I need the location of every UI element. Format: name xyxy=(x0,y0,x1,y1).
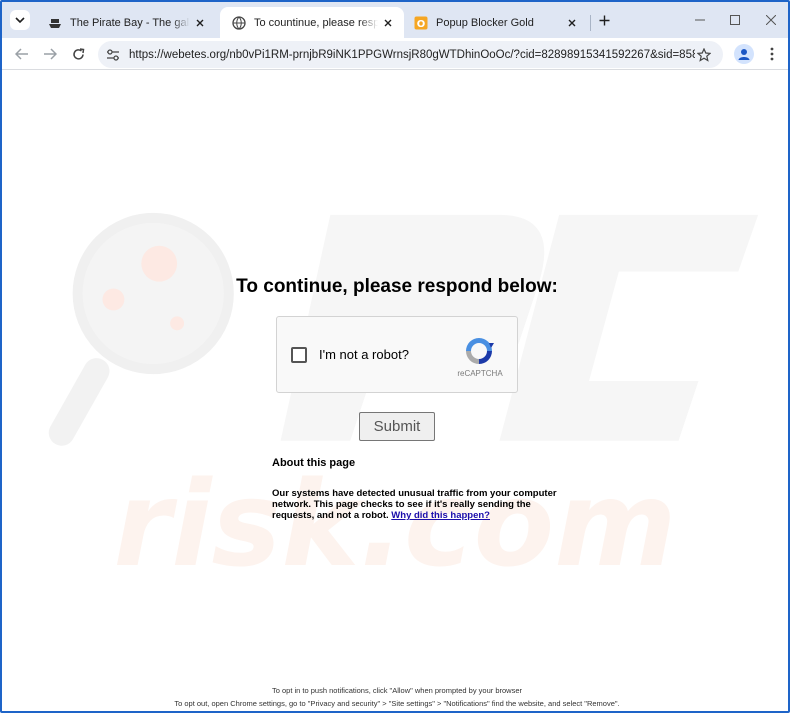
browser-window: The Pirate Bay - The galaxy's most To co… xyxy=(0,0,790,713)
arrow-left-icon xyxy=(15,48,28,60)
back-button[interactable] xyxy=(12,44,32,64)
reload-button[interactable] xyxy=(68,44,88,64)
tab-captcha-page[interactable]: To countinue, please respond below xyxy=(220,7,404,38)
maximize-button[interactable] xyxy=(727,12,743,28)
not-robot-checkbox[interactable] xyxy=(291,347,307,363)
recaptcha-widget[interactable]: I'm not a robot? reCAPTCHA xyxy=(276,316,518,393)
close-window-button[interactable] xyxy=(763,12,779,28)
close-icon[interactable] xyxy=(562,13,582,33)
chevron-down-icon xyxy=(15,17,25,24)
page-content: risk.com To continue, please respond bel… xyxy=(2,71,788,711)
url-text[interactable]: https://webetes.org/nb0vPi1RM-prnjbR9iNK… xyxy=(129,49,695,61)
tab-search-button[interactable] xyxy=(10,10,30,30)
why-link[interactable]: Why did this happen? xyxy=(391,510,490,521)
address-bar[interactable]: https://webetes.org/nb0vPi1RM-prnjbR9iNK… xyxy=(98,41,723,68)
submit-button[interactable]: Submit xyxy=(359,412,435,441)
recaptcha-brand: reCAPTCHA xyxy=(457,369,503,378)
minimize-button[interactable] xyxy=(692,12,708,28)
arrow-right-icon xyxy=(44,48,57,60)
plus-icon xyxy=(599,15,609,25)
browser-menu-button[interactable] xyxy=(762,44,782,64)
close-icon xyxy=(766,15,776,25)
maximize-icon xyxy=(730,15,740,25)
page-title: To continue, please respond below: xyxy=(236,276,558,297)
close-icon[interactable] xyxy=(378,13,398,33)
tab-title: To countinue, please respond below xyxy=(254,16,378,29)
tab-title: The Pirate Bay - The galaxy's most xyxy=(70,16,190,29)
more-vert-icon xyxy=(770,47,774,61)
tab-pirate-bay[interactable]: The Pirate Bay - The galaxy's most xyxy=(36,7,216,38)
person-icon xyxy=(738,49,750,60)
minimize-icon xyxy=(695,19,705,21)
tab-popup-blocker[interactable]: O Popup Blocker Gold xyxy=(402,7,588,38)
svg-text:risk.com: risk.com xyxy=(113,456,676,593)
reload-icon xyxy=(72,47,84,60)
new-tab-button[interactable] xyxy=(594,10,614,30)
checkbox-label: I'm not a robot? xyxy=(319,347,409,362)
bookmark-star-icon[interactable] xyxy=(695,46,713,64)
popup-blocker-icon: O xyxy=(414,16,428,30)
recaptcha-logo-icon xyxy=(466,338,494,364)
ship-icon xyxy=(48,16,62,30)
about-text: Our systems have detected unusual traffi… xyxy=(272,488,572,521)
tab-title: Popup Blocker Gold xyxy=(436,16,534,29)
footer-opt-in: To opt in to push notifications, click "… xyxy=(271,686,523,695)
about-title: About this page xyxy=(272,457,356,469)
footer-opt-out: To opt out, open Chrome settings, go to … xyxy=(174,699,620,708)
toolbar: https://webetes.org/nb0vPi1RM-prnjbR9iNK… xyxy=(2,38,788,70)
forward-button[interactable] xyxy=(40,44,60,64)
close-icon[interactable] xyxy=(190,13,210,33)
tab-separator xyxy=(590,15,591,31)
svg-text:O: O xyxy=(417,19,426,30)
profile-avatar[interactable] xyxy=(734,44,754,64)
tab-strip: The Pirate Bay - The galaxy's most To co… xyxy=(2,2,788,38)
globe-icon xyxy=(232,15,246,30)
site-settings-icon[interactable] xyxy=(105,47,121,63)
